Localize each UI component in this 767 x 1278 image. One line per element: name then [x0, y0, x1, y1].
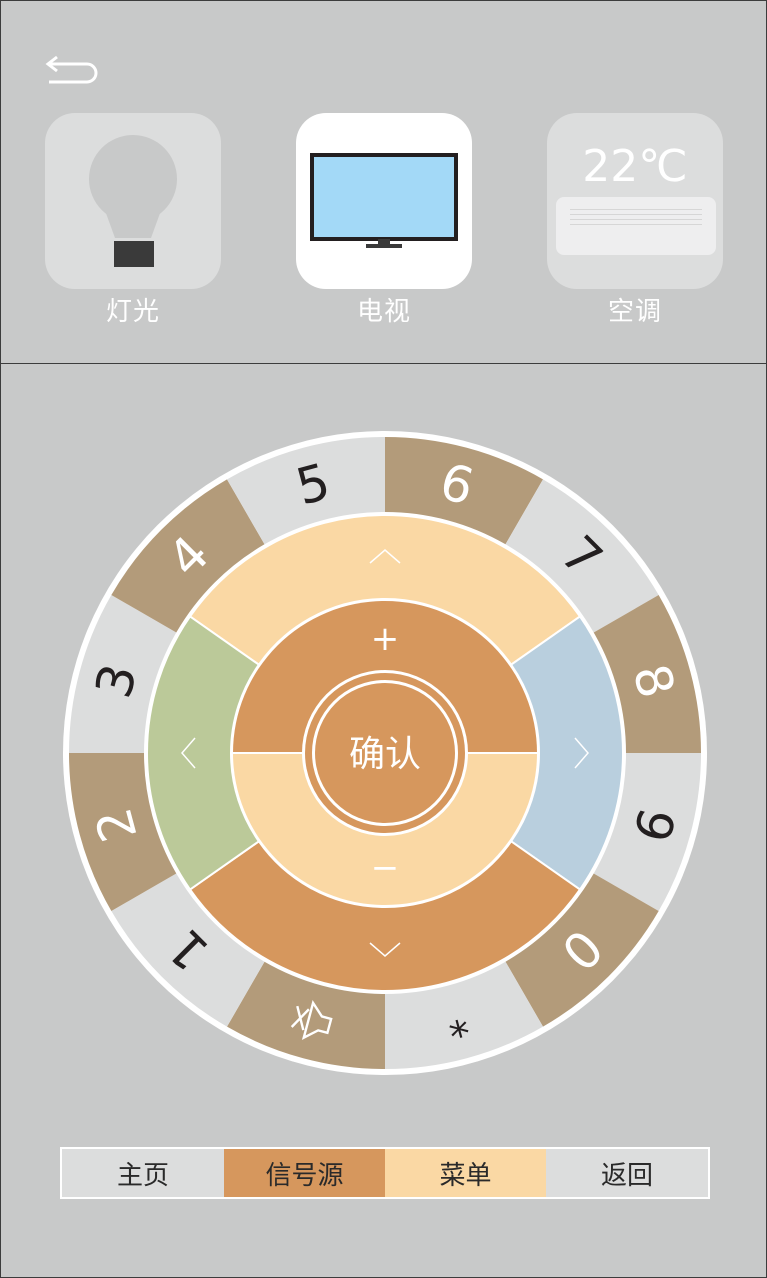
- ac-temperature: 22℃: [582, 141, 688, 192]
- back-button[interactable]: [43, 55, 99, 85]
- tv-icon: [310, 153, 458, 248]
- volume-up-label: +: [371, 619, 400, 659]
- device-tv-button[interactable]: [296, 113, 472, 289]
- device-light-button[interactable]: [45, 113, 221, 289]
- device-selector-panel: 灯光 电视 22℃ 空调: [1, 1, 766, 364]
- remote-dial: 67890*12345 +− 确认: [63, 431, 707, 1075]
- app-frame: 灯光 电视 22℃ 空调 6 7 8 9 0 * 1 2 3 4 5 + − 确…: [0, 0, 767, 1278]
- ok-label: 确认: [349, 734, 421, 775]
- source-button[interactable]: 信号源: [224, 1149, 385, 1197]
- device-ac-button[interactable]: 22℃: [547, 113, 723, 289]
- volume-down-label: −: [371, 848, 400, 888]
- device-tv-label: 电视: [356, 297, 411, 327]
- back-arrow-icon: [45, 55, 98, 84]
- air-conditioner-icon: [556, 197, 716, 255]
- light-bulb-icon: [89, 135, 177, 267]
- return-button[interactable]: 返回: [546, 1149, 708, 1197]
- home-button[interactable]: 主页: [62, 1149, 224, 1197]
- bottom-menu-bar: 主页 信号源 菜单 返回: [60, 1147, 710, 1199]
- device-ac-label: 空调: [607, 297, 662, 327]
- menu-button[interactable]: 菜单: [385, 1149, 546, 1197]
- device-light-label: 灯光: [105, 297, 160, 327]
